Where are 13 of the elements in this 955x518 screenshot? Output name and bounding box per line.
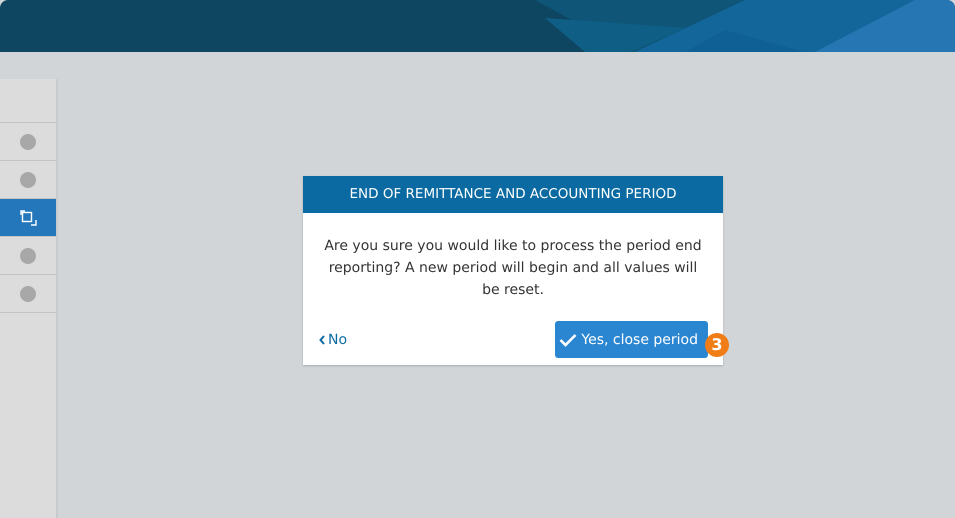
overlapping-squares-icon xyxy=(18,208,38,226)
circle-icon xyxy=(20,248,36,264)
circle-icon xyxy=(20,172,36,188)
check-icon xyxy=(559,332,578,346)
chevron-left-icon xyxy=(319,334,325,344)
dialog-message: Are you sure you would like to process the period end reporting? A new period will begin and all values will be reset. xyxy=(323,237,703,300)
circle-icon xyxy=(20,286,36,302)
dialog-title: END OF REMITTANCE AND ACCOUNTING PERIOD xyxy=(303,176,723,213)
no-button[interactable]: No xyxy=(319,332,348,348)
confirm-button[interactable]: Yes, close period xyxy=(555,321,708,358)
circle-icon xyxy=(20,134,36,150)
sidebar-item[interactable] xyxy=(0,199,56,237)
step-badge: 3 xyxy=(705,333,729,357)
